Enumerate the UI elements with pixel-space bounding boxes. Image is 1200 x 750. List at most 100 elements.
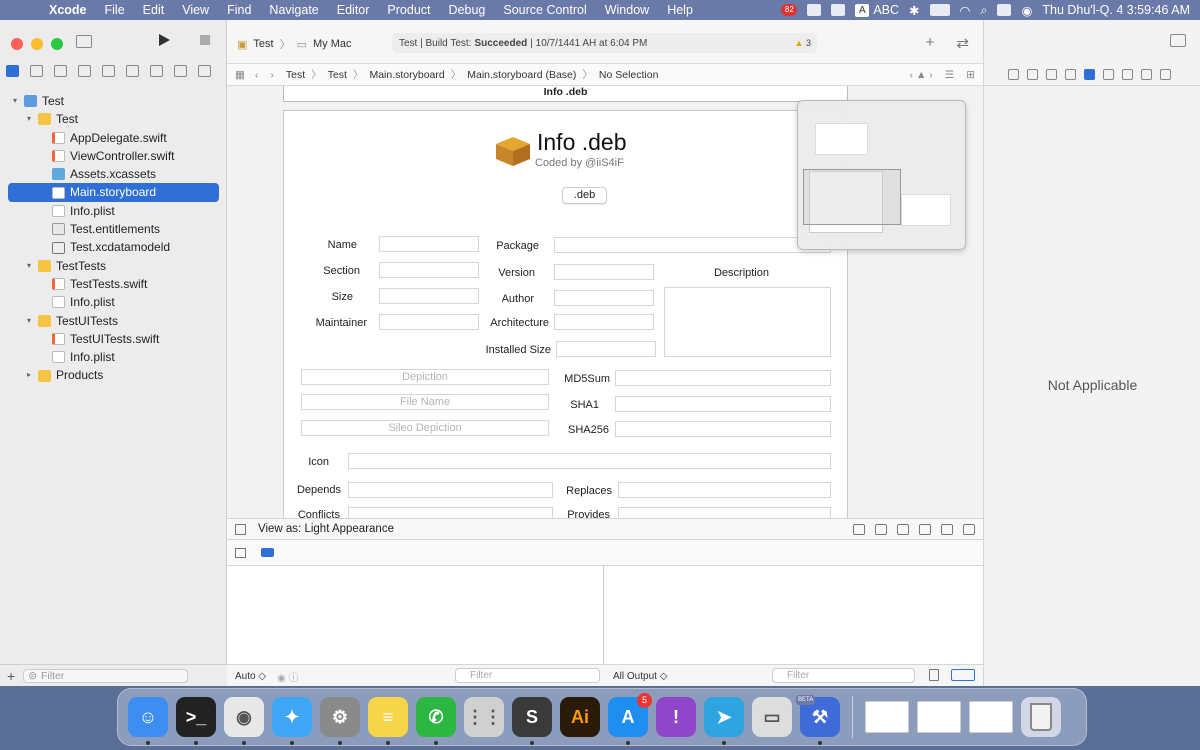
console-filter-input[interactable]: Filter [772, 668, 915, 683]
jump-crumb-folder[interactable]: Test [328, 69, 347, 81]
sublime-app[interactable]: S [512, 697, 552, 745]
trash-icon[interactable] [929, 669, 939, 681]
section-field[interactable] [379, 262, 479, 278]
back-icon[interactable]: ‹ [255, 69, 259, 81]
warning-indicator[interactable]: ▲ 3 [795, 38, 811, 48]
menu-edit[interactable]: Edit [143, 3, 165, 17]
md5-field[interactable] [615, 370, 831, 386]
menu-help[interactable]: Help [667, 3, 693, 17]
architecture-field[interactable] [554, 314, 654, 330]
window-scene[interactable]: Info .deb Coded by @iiS4iF .deb Name Sec… [283, 110, 848, 518]
provides-field[interactable] [618, 507, 831, 518]
icon-field[interactable] [348, 453, 831, 469]
menu-app-name[interactable]: Xcode [49, 3, 87, 17]
debug-icon[interactable] [150, 65, 163, 77]
split-view-icon[interactable] [951, 669, 975, 681]
filter-options-icon[interactable]: ⊜ [28, 670, 37, 682]
eye-icon[interactable]: ◉ ⓘ [277, 669, 299, 684]
navigator-item[interactable]: ▾ TestUITests [0, 312, 227, 330]
storyboard-minimap[interactable] [797, 100, 966, 250]
depiction-field[interactable]: Depiction [301, 369, 549, 385]
sha256-field[interactable] [615, 421, 831, 437]
history-inspector-icon[interactable] [1027, 69, 1038, 80]
system-prefs-app[interactable]: ⚙ [320, 697, 360, 745]
status-item-icon[interactable] [807, 4, 822, 16]
effects-inspector-icon[interactable] [1160, 69, 1171, 80]
disclosure-triangle-icon[interactable]: ▸ [24, 366, 34, 384]
add-editor-icon[interactable]: ⊞ [966, 69, 975, 81]
minimized-window-thumbnail[interactable] [917, 701, 961, 733]
zoom-window-button[interactable] [51, 38, 63, 50]
author-field[interactable] [554, 290, 654, 306]
scheme-selector[interactable]: ▣ Test 〉 ▭ My Mac [237, 36, 352, 52]
document-outline-icon[interactable] [235, 523, 246, 535]
navigator-item[interactable]: Info.plist [0, 293, 227, 311]
find-icon[interactable] [78, 65, 91, 77]
navigator-item[interactable]: TestTests.swift [0, 275, 227, 293]
navigator-item[interactable]: Test.xcdatamodeld [0, 238, 227, 256]
installed-size-field[interactable] [556, 341, 656, 357]
app-store-app[interactable]: A5 [608, 693, 652, 745]
ipad-app[interactable]: ▭ [752, 697, 792, 737]
safari-app[interactable]: ✦ [272, 697, 312, 745]
navigator-item[interactable]: Main.storyboard [8, 183, 219, 202]
disclosure-triangle-icon[interactable]: ▾ [24, 312, 34, 330]
file-name-field[interactable]: File Name [301, 394, 549, 410]
menu-navigate[interactable]: Navigate [269, 3, 318, 17]
menu-editor[interactable]: Editor [337, 3, 370, 17]
notification-badge-icon[interactable]: 82 [781, 4, 798, 16]
navigator-item[interactable]: ▾ TestTests [0, 257, 227, 275]
minimap-viewport[interactable] [803, 169, 901, 225]
version-field[interactable] [554, 264, 654, 280]
finder-app[interactable]: ☺ [128, 697, 168, 745]
minimized-window-thumbnail[interactable] [865, 701, 909, 733]
depends-field[interactable] [348, 482, 553, 498]
navigator-item[interactable]: Test.entitlements [0, 220, 227, 238]
minimize-window-button[interactable] [31, 38, 43, 50]
report-icon[interactable] [198, 65, 211, 77]
close-window-button[interactable] [11, 38, 23, 50]
menu-window[interactable]: Window [605, 3, 649, 17]
wifi-icon[interactable]: ◠ [960, 3, 971, 18]
toggle-inspector-icon[interactable] [1170, 34, 1186, 47]
menu-source-control[interactable]: Source Control [503, 3, 586, 17]
forward-icon[interactable]: › [270, 69, 274, 81]
size-field[interactable] [379, 288, 479, 304]
feedback-app[interactable]: ! [656, 697, 696, 737]
open-deb-button[interactable]: .deb [562, 187, 607, 204]
menu-file[interactable]: File [105, 3, 125, 17]
issue-nav-icon[interactable]: ‹ ▲ › [910, 69, 933, 81]
sileo-depiction-field[interactable]: Sileo Depiction [301, 420, 549, 436]
spotlight-search-icon[interactable]: ⌕ [980, 3, 987, 18]
cloud-icon[interactable] [831, 4, 846, 16]
navigator-item[interactable]: ▾ Test [0, 92, 227, 110]
navigator-item[interactable]: ▾ Test [0, 110, 227, 128]
folder-icon[interactable] [6, 65, 19, 77]
replaces-field[interactable] [618, 482, 831, 498]
notes-app[interactable]: ≡ [368, 697, 408, 745]
disclosure-triangle-icon[interactable]: ▾ [24, 257, 34, 275]
code-review-icon[interactable]: ⇄ [956, 34, 969, 52]
file-inspector-icon[interactable] [1008, 69, 1019, 80]
input-source[interactable]: A ABC [855, 3, 899, 17]
menu-debug[interactable]: Debug [449, 3, 486, 17]
maintainer-field[interactable] [379, 314, 479, 330]
battery-icon[interactable] [929, 4, 950, 16]
disclosure-triangle-icon[interactable]: ▾ [24, 110, 34, 128]
menu-find[interactable]: Find [227, 3, 251, 17]
console-view[interactable] [605, 566, 983, 664]
siri-icon[interactable]: ◉ [1021, 3, 1032, 18]
navigator-filter-input[interactable]: ⊜ Filter [23, 668, 189, 683]
terminal-app[interactable]: >_ [176, 697, 216, 745]
connections-inspector-icon[interactable] [1122, 69, 1133, 80]
telegram-app[interactable]: ➤ [704, 697, 744, 745]
issue-icon[interactable] [102, 65, 115, 77]
size-inspector-icon[interactable] [1103, 69, 1114, 80]
menu-view[interactable]: View [182, 3, 209, 17]
variables-scope-select[interactable]: Auto ◇ [235, 671, 266, 682]
breakpoint-icon[interactable] [174, 65, 187, 77]
attributes-inspector-icon[interactable] [1084, 69, 1095, 80]
conflicts-field[interactable] [348, 507, 553, 518]
launchpad-app[interactable]: ⋮⋮ [464, 697, 504, 737]
add-icon[interactable]: + [7, 668, 15, 684]
